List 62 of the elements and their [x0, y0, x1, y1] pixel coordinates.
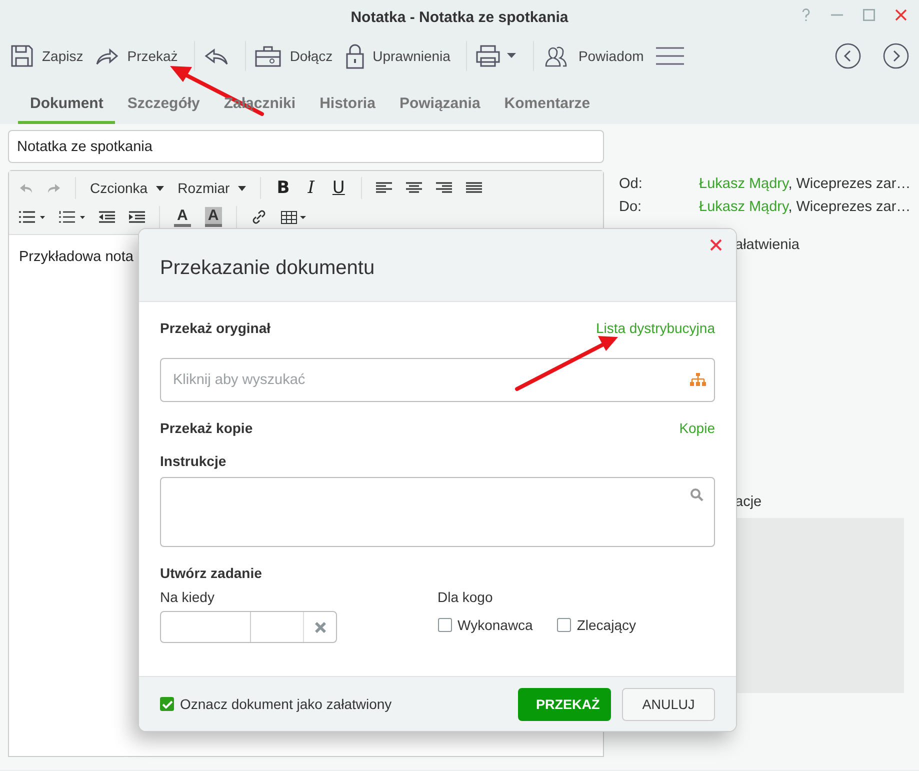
align-icon[interactable] [406, 182, 422, 194]
close-icon[interactable] [895, 9, 907, 21]
outdent-icon[interactable] [99, 211, 115, 223]
toolbar-button[interactable]: Zapisz [10, 40, 92, 72]
field-value: Łukasz Mądry, Wiceprezes zar… [699, 198, 911, 214]
tab[interactable]: Powiązania [387, 90, 492, 124]
previous-icon[interactable] [835, 43, 861, 69]
hierarchy-icon[interactable] [690, 373, 706, 387]
table-icon[interactable] [280, 210, 307, 224]
align-icon[interactable] [436, 182, 452, 194]
clear-icon [314, 622, 326, 632]
toolbar-button[interactable]: Dołącz [254, 40, 341, 72]
section-label: Przekaż kopie [160, 420, 253, 436]
checkbox-label: Wykonawca [458, 617, 533, 633]
checkbox-label: Oznacz dokument jako załatwiony [180, 696, 392, 712]
font-dropdown[interactable]: Czcionka [90, 180, 164, 196]
format-button[interactable]: U [330, 178, 347, 198]
format-button[interactable]: B [274, 178, 292, 198]
align-icon[interactable] [376, 182, 392, 194]
window-title: Notatka - Notatka ze spotkania [350, 8, 568, 26]
size-dropdown[interactable]: Rozmiar [178, 180, 246, 196]
search-icon[interactable] [690, 488, 704, 502]
checkbox[interactable] [556, 618, 571, 632]
bullet-list-icon[interactable] [19, 211, 45, 223]
indent-icon[interactable] [129, 211, 145, 223]
link-icon[interactable] [250, 209, 267, 225]
tab[interactable]: Szczegóły [115, 90, 212, 124]
checkbox-label: Zlecający [576, 617, 636, 633]
close-icon[interactable] [710, 239, 722, 251]
section-label: Instrukcje [160, 453, 228, 469]
format-button[interactable]: I [306, 178, 316, 198]
field-label: Dla kogo [438, 589, 494, 605]
field-value: Łukasz Mądry, Wiceprezes zar… [699, 176, 911, 192]
caret-icon [238, 186, 246, 190]
checkbox[interactable] [438, 618, 452, 632]
tab[interactable]: Komentarze [492, 90, 602, 124]
recipient-search-field[interactable]: Kliknij aby wyszukać [160, 358, 715, 402]
next-icon[interactable] [883, 43, 909, 69]
checkbox[interactable] [160, 697, 174, 711]
padlock-icon [344, 43, 365, 69]
dialog-title: Przekazanie dokumentu [160, 256, 375, 280]
toolbar-button[interactable]: Uprawnienia [344, 39, 458, 73]
toolbar-button[interactable]: Przekaż [95, 41, 186, 71]
field-label: Na kiedy [160, 589, 216, 605]
title-field[interactable]: Notatka ze spotkania [8, 130, 604, 163]
due-date-field[interactable] [160, 611, 337, 643]
forward-button[interactable]: PRZEKAŻ [518, 688, 611, 720]
align-icon[interactable] [466, 182, 482, 194]
color-button[interactable]: A [204, 207, 222, 227]
caret-icon [156, 186, 164, 190]
briefcase-icon [254, 44, 282, 68]
editor-text: Przykładowa nota [19, 249, 134, 265]
toolbar-button[interactable]: Powiadom [542, 41, 652, 71]
field-label: Do: [619, 198, 643, 214]
field-label: Od: [619, 176, 644, 192]
cancel-button[interactable]: ANULUJ [622, 688, 715, 720]
section-label: Utwórz zadanie [160, 565, 263, 581]
instructions-field[interactable] [160, 477, 715, 547]
numbered-list-icon[interactable] [59, 211, 85, 223]
section-label: Przekaż oryginał [160, 320, 270, 336]
tab[interactable]: Historia [308, 90, 388, 124]
field-value: ałatwienia [735, 237, 800, 253]
